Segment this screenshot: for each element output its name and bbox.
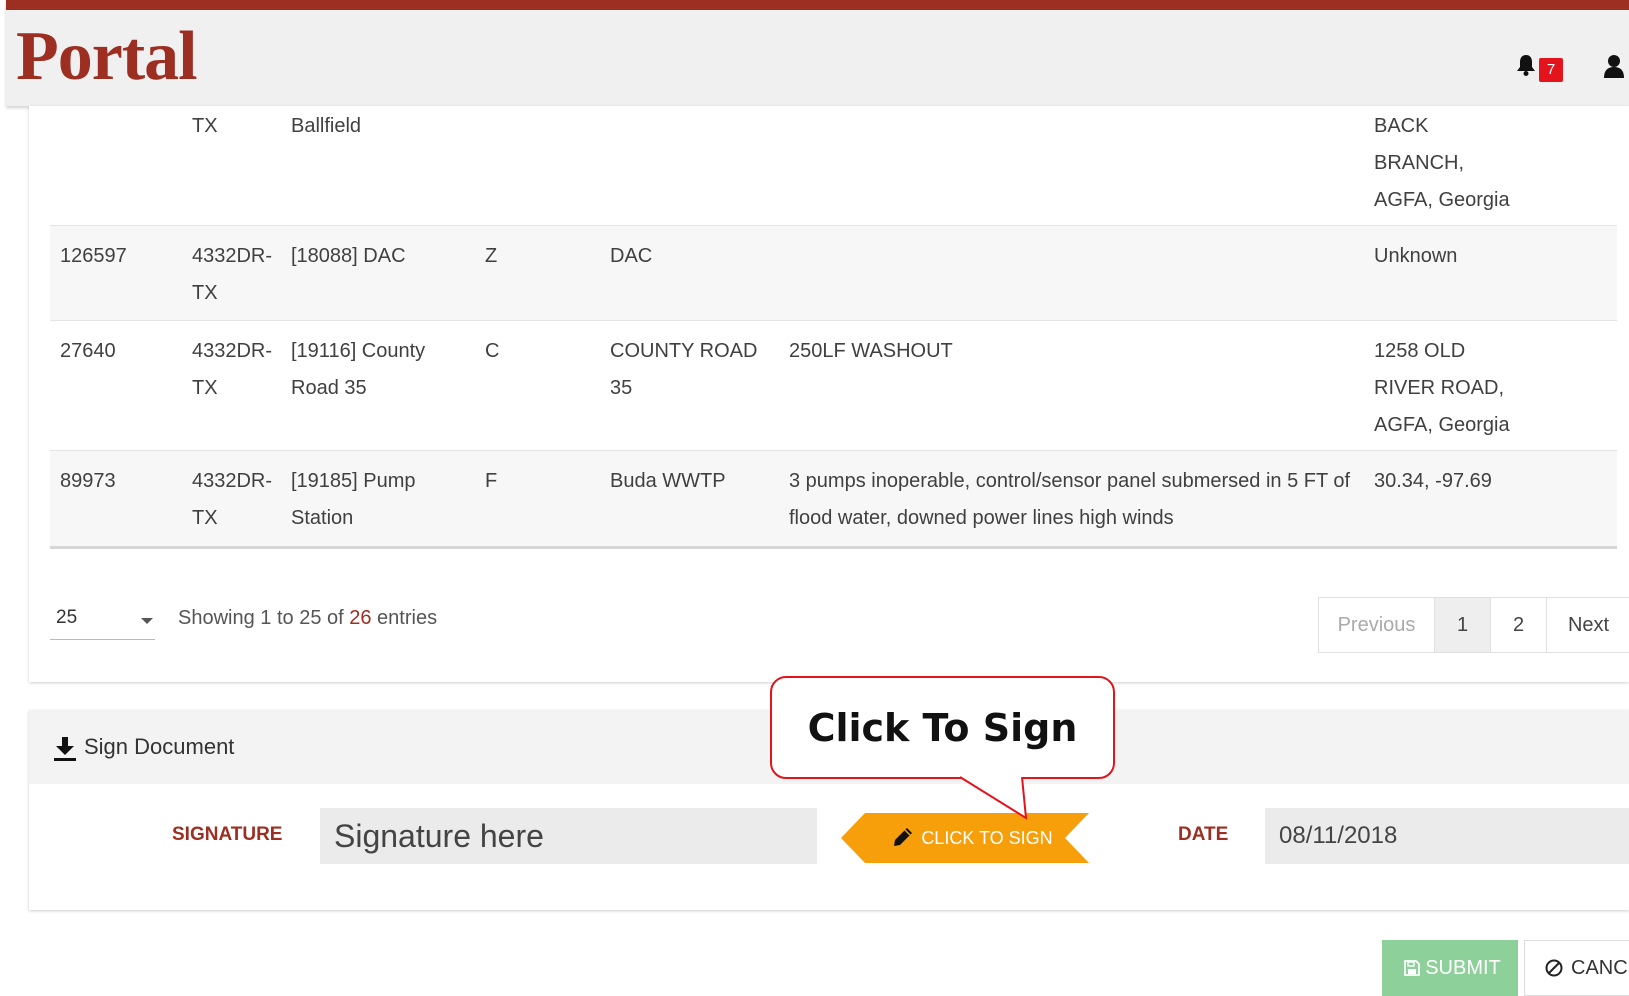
cell-id: 27640 [60, 340, 116, 362]
notification-badge[interactable]: 7 [1539, 58, 1563, 82]
table-row[interactable]: 89973 4332DR-TX [19185] Pump Station F B… [50, 451, 1617, 549]
cell-category: Z [485, 245, 498, 267]
bell-icon[interactable] [1516, 54, 1536, 76]
save-icon [1404, 960, 1420, 976]
page-1-button[interactable]: 1 [1435, 598, 1491, 652]
cancel-button[interactable]: CANCEL [1524, 940, 1629, 996]
cell-site: Ballfield [291, 115, 362, 137]
cell-site: [19185] Pump Station [291, 470, 416, 529]
cell-name: COUNTY ROAD 35 [610, 340, 758, 399]
info-suffix: entries [371, 607, 438, 629]
user-icon[interactable] [1604, 54, 1624, 78]
chevron-down-icon [141, 618, 153, 624]
callout-pointer [959, 776, 1028, 820]
page-2-button[interactable]: 2 [1491, 598, 1547, 652]
data-table-card: TX Ballfield BACK BRANCH, AGFA, Georgia … [29, 106, 1629, 682]
cell-location: Unknown [1374, 245, 1458, 267]
info-prefix: Showing 1 to 25 of [178, 607, 350, 629]
submit-label: SUBMIT [1425, 957, 1501, 979]
previous-page-button[interactable]: Previous [1319, 598, 1435, 652]
cell-id: 89973 [60, 470, 116, 492]
top-header: Portal 7 [6, 0, 1629, 106]
cell-id: 126597 [60, 245, 127, 267]
date-label: DATE [1178, 824, 1229, 845]
portal-logo[interactable]: Portal [16, 22, 198, 92]
cell-site: [19116] County Road 35 [291, 340, 426, 399]
click-to-sign-label: CLICK TO SIGN [921, 828, 1053, 848]
click-to-sign-callout: Click To Sign [770, 676, 1115, 779]
cell-project: TX [192, 115, 218, 137]
cell-category: F [485, 470, 498, 492]
cell-project: 4332DR-TX [192, 245, 273, 304]
table-row[interactable]: 27640 4332DR-TX [19116] County Road 35 C… [50, 321, 1617, 473]
ban-icon [1545, 959, 1563, 977]
table-row[interactable]: 126597 4332DR-TX [18088] DAC Z DAC Unkno… [50, 226, 1617, 321]
sign-document-title: Sign Document [84, 734, 235, 759]
download-icon [54, 737, 76, 761]
cell-location: 30.34, -97.69 [1374, 470, 1492, 492]
submit-button[interactable]: SUBMIT [1382, 940, 1518, 996]
table-row[interactable]: TX Ballfield BACK BRANCH, AGFA, Georgia … [50, 106, 1617, 248]
callout-text: Click To Sign [807, 706, 1078, 750]
table-info: Showing 1 to 25 of 26 entries [178, 596, 437, 640]
pencil-icon [893, 827, 913, 847]
next-page-button[interactable]: Next [1547, 598, 1629, 652]
cell-name: DAC [610, 245, 653, 267]
cell-project: 4332DR-TX [192, 340, 273, 399]
pagination: Previous 1 2 Next [1318, 597, 1629, 653]
cell-project: 4332DR-TX [192, 470, 273, 529]
info-total: 26 [349, 607, 372, 629]
cell-category: C [485, 340, 500, 362]
signature-input[interactable] [320, 808, 817, 864]
signature-label: SIGNATURE [172, 824, 283, 845]
cell-description: 3 pumps inoperable, control/sensor panel… [789, 470, 1351, 529]
cell-name: Buda WWTP [610, 470, 726, 492]
cell-description: 250LF WASHOUT [789, 340, 953, 362]
cell-site: [18088] DAC [291, 245, 406, 267]
page-length-select[interactable]: 25 [50, 596, 155, 640]
date-field[interactable] [1265, 808, 1629, 864]
cancel-label: CANCEL [1571, 957, 1629, 979]
